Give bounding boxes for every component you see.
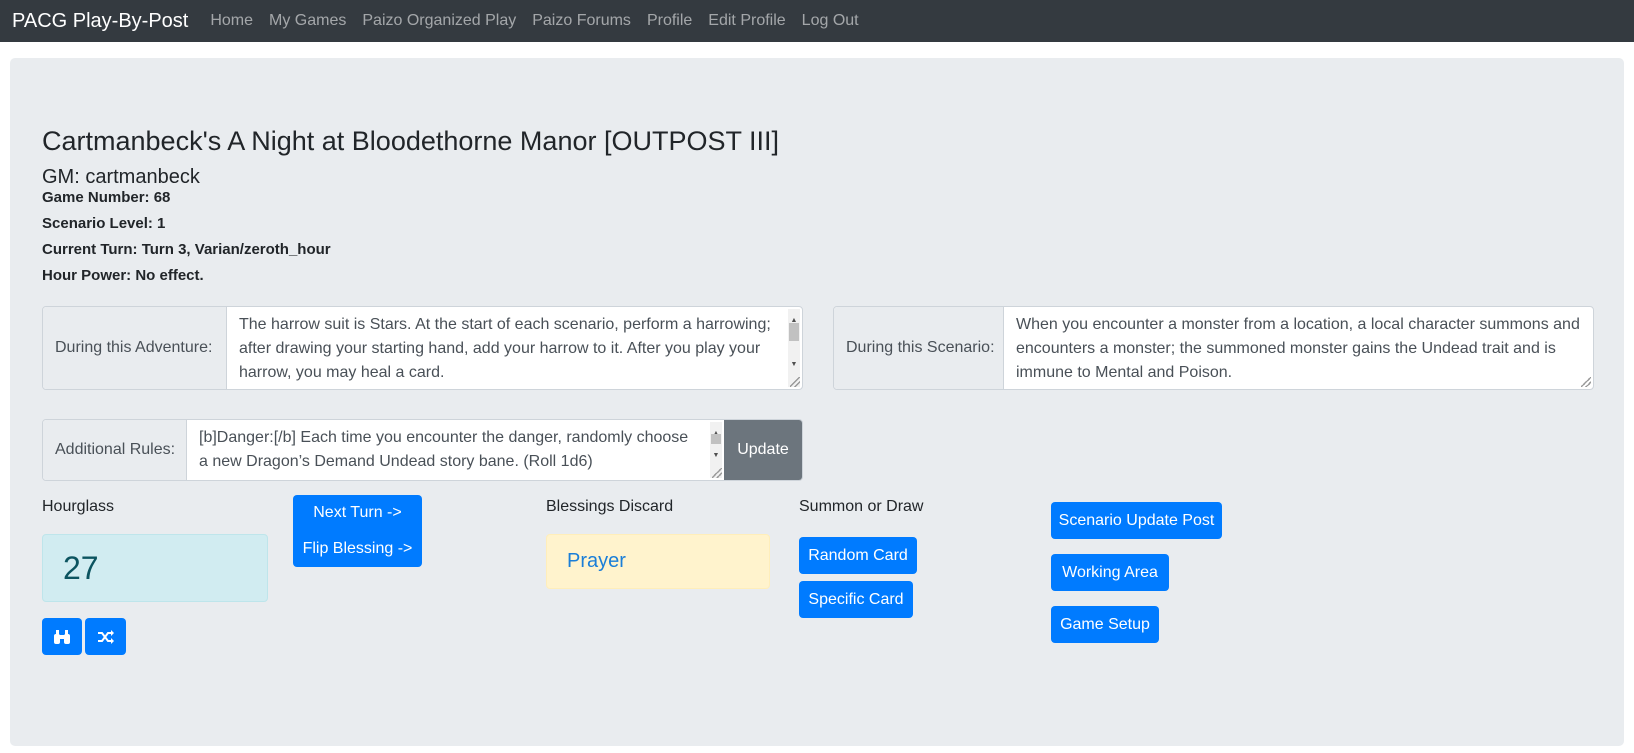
nav-edit-profile[interactable]: Edit Profile [708, 12, 785, 30]
additional-rules-label: Additional Rules: [43, 420, 187, 480]
summon-or-draw-label: Summon or Draw [799, 498, 924, 515]
nav-paizo-forums[interactable]: Paizo Forums [532, 12, 631, 30]
blessings-discard-card: Prayer [546, 534, 770, 589]
turn-button[interactable]: Next Turn -> Flip Blessing -> [293, 495, 422, 567]
game-panel: Cartmanbeck's A Night at Bloodethorne Ma… [10, 58, 1624, 746]
navbar: PACG Play-By-Post Home My Games Paizo Or… [0, 0, 1634, 42]
scroll-down-icon[interactable]: ▼ [710, 444, 722, 468]
scroll-down-icon[interactable]: ▼ [788, 353, 800, 377]
page-title: Cartmanbeck's A Night at Bloodethorne Ma… [42, 126, 779, 156]
game-number: Game Number: 68 [42, 189, 171, 206]
scenario-update-post-button[interactable]: Scenario Update Post [1051, 502, 1222, 539]
scroll-thumb[interactable] [789, 323, 799, 341]
adventure-rules-group: During this Adventure: The harrow suit i… [42, 306, 803, 390]
additional-rules-textarea[interactable]: [b]Danger:[/b] Each time you encounter t… [187, 420, 724, 480]
shuffle-button[interactable] [85, 618, 126, 655]
scenario-rules-textarea[interactable]: When you encounter a monster from a loca… [1004, 307, 1593, 389]
resize-grip-icon[interactable] [712, 468, 722, 478]
shuffle-icon [97, 629, 115, 645]
hourglass-counter: 27 [42, 534, 268, 602]
nav-paizo-organized-play[interactable]: Paizo Organized Play [362, 12, 516, 30]
nav-log-out[interactable]: Log Out [802, 12, 859, 30]
nav-profile[interactable]: Profile [647, 12, 692, 30]
current-turn: Current Turn: Turn 3, Varian/zeroth_hour [42, 241, 331, 258]
adventure-rules-text: The harrow suit is Stars. At the start o… [239, 316, 771, 381]
blessings-discard-label: Blessings Discard [546, 498, 674, 515]
game-setup-button[interactable]: Game Setup [1051, 606, 1159, 643]
hourglass-label: Hourglass [42, 498, 115, 515]
specific-card-button[interactable]: Specific Card [799, 581, 913, 618]
random-card-button[interactable]: Random Card [799, 537, 917, 574]
explore-button[interactable] [42, 618, 82, 655]
hour-power: Hour Power: No effect. [42, 267, 204, 284]
scenario-rules-label: During this Scenario: [834, 307, 1004, 389]
working-area-button[interactable]: Working Area [1051, 554, 1169, 591]
additional-rules-group: Additional Rules: [b]Danger:[/b] Each ti… [42, 419, 803, 481]
adventure-rules-textarea[interactable]: The harrow suit is Stars. At the start o… [227, 307, 802, 389]
update-button[interactable]: Update [724, 420, 802, 480]
next-turn-label[interactable]: Next Turn -> [313, 495, 401, 531]
resize-grip-icon[interactable] [1581, 377, 1591, 387]
adventure-scrollbar[interactable]: ▲ ▼ [788, 309, 800, 387]
additional-rules-text: [b]Danger:[/b] Each time you encounter t… [199, 429, 689, 470]
scenario-rules-group: During this Scenario: When you encounter… [833, 306, 1594, 390]
scenario-rules-text: When you encounter a monster from a loca… [1016, 316, 1580, 381]
scenario-level: Scenario Level: 1 [42, 215, 166, 232]
gm-name: GM: cartmanbeck [42, 166, 200, 188]
nav-my-games[interactable]: My Games [269, 12, 346, 30]
scroll-thumb[interactable] [711, 434, 721, 444]
brand-link[interactable]: PACG Play-By-Post [12, 10, 188, 33]
nav-home[interactable]: Home [210, 12, 253, 30]
flip-blessing-label[interactable]: Flip Blessing -> [303, 531, 413, 567]
binoculars-icon [53, 629, 71, 645]
adventure-rules-label: During this Adventure: [43, 307, 227, 389]
resize-grip-icon[interactable] [790, 377, 800, 387]
